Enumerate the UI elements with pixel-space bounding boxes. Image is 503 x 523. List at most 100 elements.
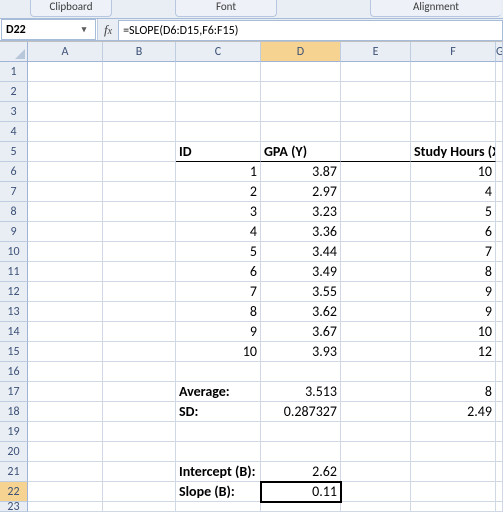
cell-E5[interactable] [341, 142, 411, 162]
cell-E19[interactable] [341, 422, 411, 442]
cell-D12[interactable]: 3.55 [261, 282, 341, 302]
row-header-6[interactable]: 6 [0, 162, 28, 182]
cell-C15[interactable]: 10 [176, 342, 261, 362]
cell-D11[interactable]: 3.49 [261, 262, 341, 282]
cell-D21[interactable]: 2.62 [261, 462, 341, 482]
select-all-corner[interactable] [0, 42, 28, 62]
cell-G21[interactable] [496, 462, 503, 482]
cell-C1[interactable] [176, 62, 261, 82]
col-header-F[interactable]: F [411, 42, 496, 62]
cell-D5[interactable]: GPA (Y) [261, 142, 341, 162]
chevron-down-icon[interactable]: ▾ [77, 23, 91, 37]
row-header-8[interactable]: 8 [0, 202, 28, 222]
cell-E4[interactable] [341, 122, 411, 142]
cell-C20[interactable] [176, 442, 261, 462]
cell-B17[interactable] [103, 382, 176, 402]
cell-F18[interactable]: 2.49 [411, 402, 496, 422]
cell-F12[interactable]: 9 [411, 282, 496, 302]
row-header-4[interactable]: 4 [0, 122, 28, 142]
cell-E18[interactable] [341, 402, 411, 422]
cell-F3[interactable] [411, 102, 496, 122]
cell-D20[interactable] [261, 442, 341, 462]
cell-G1[interactable] [496, 62, 503, 82]
cell-C22[interactable]: Slope (B): [176, 482, 261, 502]
cell-C17[interactable]: Average: [176, 382, 261, 402]
cell-G12[interactable] [496, 282, 503, 302]
cell-F5[interactable]: Study Hours (X) [411, 142, 496, 162]
cell-A19[interactable] [28, 422, 103, 442]
cell-G11[interactable] [496, 262, 503, 282]
ribbon-group-clipboard[interactable]: Clipboard [30, 0, 112, 17]
cell-C16[interactable] [176, 362, 261, 382]
col-header-G[interactable]: G [496, 42, 503, 62]
cell-F14[interactable]: 10 [411, 322, 496, 342]
cell-C23[interactable] [176, 502, 261, 512]
cell-E23[interactable] [341, 502, 411, 512]
cell-C13[interactable]: 8 [176, 302, 261, 322]
cell-F16[interactable] [411, 362, 496, 382]
cell-A16[interactable] [28, 362, 103, 382]
cell-A23[interactable] [28, 502, 103, 512]
cell-D3[interactable] [261, 102, 341, 122]
cell-E16[interactable] [341, 362, 411, 382]
ribbon-group-font[interactable]: Font [175, 0, 277, 17]
cell-D16[interactable] [261, 362, 341, 382]
cell-F20[interactable] [411, 442, 496, 462]
cell-C4[interactable] [176, 122, 261, 142]
cell-B20[interactable] [103, 442, 176, 462]
cell-C9[interactable]: 4 [176, 222, 261, 242]
cell-E12[interactable] [341, 282, 411, 302]
cell-C10[interactable]: 5 [176, 242, 261, 262]
row-header-13[interactable]: 13 [0, 302, 28, 322]
cell-A17[interactable] [28, 382, 103, 402]
cell-D22[interactable]: 0.11 [261, 482, 341, 502]
cell-G14[interactable] [496, 322, 503, 342]
cell-C12[interactable]: 7 [176, 282, 261, 302]
cell-B21[interactable] [103, 462, 176, 482]
row-header-17[interactable]: 17 [0, 382, 28, 402]
cell-G6[interactable] [496, 162, 503, 182]
cell-A15[interactable] [28, 342, 103, 362]
cell-D18[interactable]: 0.287327 [261, 402, 341, 422]
col-header-D[interactable]: D [261, 42, 341, 62]
cell-D17[interactable]: 3.513 [261, 382, 341, 402]
row-header-10[interactable]: 10 [0, 242, 28, 262]
ribbon-group-alignment[interactable]: Alignment [370, 0, 501, 17]
cell-D10[interactable]: 3.44 [261, 242, 341, 262]
cell-G20[interactable] [496, 442, 503, 462]
cell-F15[interactable]: 12 [411, 342, 496, 362]
cell-E13[interactable] [341, 302, 411, 322]
fx-icon[interactable]: fx [102, 22, 114, 38]
cell-E7[interactable] [341, 182, 411, 202]
cell-A21[interactable] [28, 462, 103, 482]
cell-B9[interactable] [103, 222, 176, 242]
cell-E3[interactable] [341, 102, 411, 122]
spreadsheet-grid[interactable]: A B C D E F G 1 2 3 4 5 ID GPA (Y) Study… [0, 41, 503, 522]
cell-C19[interactable] [176, 422, 261, 442]
cell-G22[interactable] [496, 482, 503, 502]
cell-C3[interactable] [176, 102, 261, 122]
row-header-12[interactable]: 12 [0, 282, 28, 302]
cell-C5[interactable]: ID [176, 142, 261, 162]
cell-F2[interactable] [411, 82, 496, 102]
cell-B23[interactable] [103, 502, 176, 512]
cell-G16[interactable] [496, 362, 503, 382]
cell-E9[interactable] [341, 222, 411, 242]
cell-E20[interactable] [341, 442, 411, 462]
cell-E10[interactable] [341, 242, 411, 262]
cell-G4[interactable] [496, 122, 503, 142]
row-header-7[interactable]: 7 [0, 182, 28, 202]
row-header-9[interactable]: 9 [0, 222, 28, 242]
cell-B5[interactable] [103, 142, 176, 162]
row-header-14[interactable]: 14 [0, 322, 28, 342]
cell-F23[interactable] [411, 502, 496, 512]
cell-F1[interactable] [411, 62, 496, 82]
cell-B22[interactable] [103, 482, 176, 502]
cell-G2[interactable] [496, 82, 503, 102]
cell-F7[interactable]: 4 [411, 182, 496, 202]
cell-C11[interactable]: 6 [176, 262, 261, 282]
cell-C2[interactable] [176, 82, 261, 102]
cell-D8[interactable]: 3.23 [261, 202, 341, 222]
cell-A12[interactable] [28, 282, 103, 302]
cell-G23[interactable] [496, 502, 503, 512]
